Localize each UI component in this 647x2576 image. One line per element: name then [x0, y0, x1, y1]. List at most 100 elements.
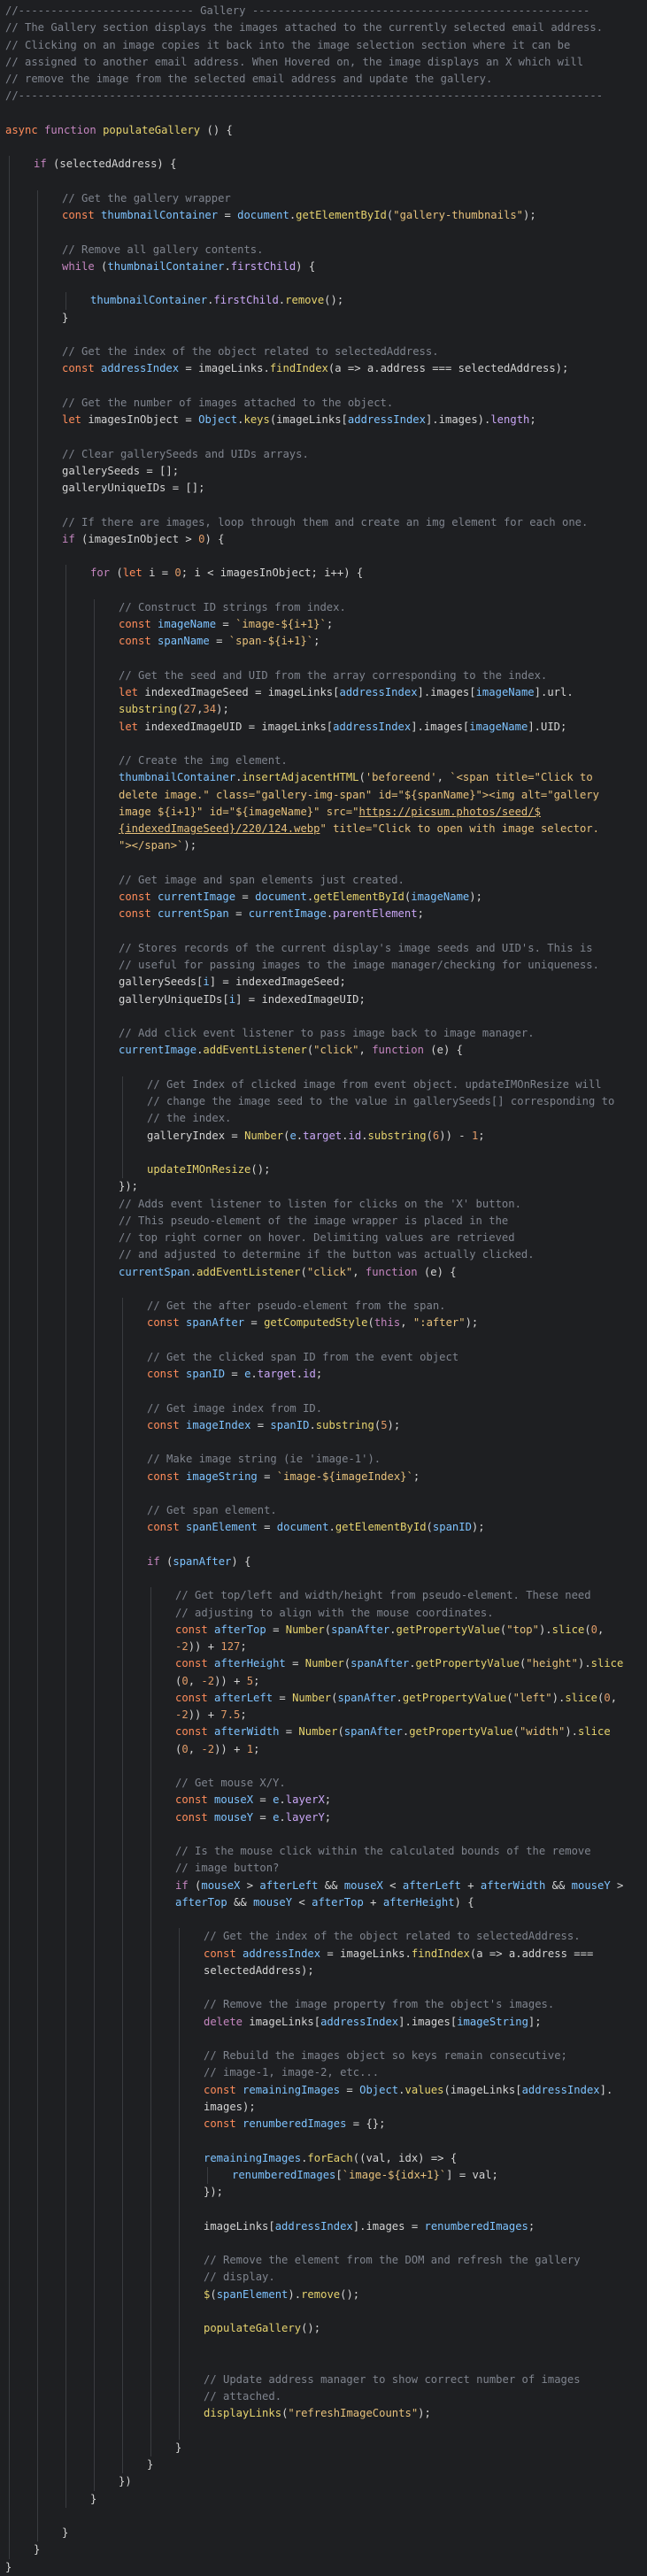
code-line: (0, -2)) + 1; — [0, 1741, 647, 1758]
code-editor[interactable]: //--------------------------- Gallery --… — [0, 0, 647, 2573]
code-token: = — [218, 209, 238, 221]
code-token: function — [365, 1265, 424, 1278]
code-token: ); — [418, 2407, 431, 2420]
code-token: spanElement — [216, 2287, 289, 2301]
code-token: // Remove all gallery contents. — [62, 243, 264, 256]
code-token: (selectedAddress) { — [53, 158, 177, 171]
code-line: // Get the seed and UID from the array c… — [0, 667, 647, 684]
code-token: // Get image and span elements just crea… — [119, 873, 404, 886]
code-token: }) — [119, 2475, 132, 2488]
code-token: = — [285, 1657, 305, 1670]
code-token: findIndex — [411, 1947, 470, 1960]
code-line: afterTop && mouseY < afterTop + afterHei… — [0, 1894, 647, 1911]
code-token: ]. — [599, 2083, 613, 2096]
code-token: ( — [337, 1725, 344, 1739]
code-line: } — [0, 2525, 647, 2541]
code-token: // image button? — [175, 1862, 280, 1875]
code-line: async function populateGallery () { — [0, 122, 647, 139]
code-token: imageLinks[ — [204, 2219, 275, 2233]
code-token: (); — [324, 294, 344, 307]
code-token: Number — [244, 1129, 284, 1142]
code-token: = {}; — [346, 2117, 386, 2130]
code-line: imageLinks[addressIndex].images = renumb… — [0, 2218, 647, 2235]
code-token: const — [147, 1521, 187, 1534]
code-token: getPropertyValue — [415, 1657, 520, 1670]
code-token: -2 — [175, 1708, 189, 1721]
code-token: {indexedImageSeed}/220/124.webp — [119, 822, 320, 835]
code-token: . — [189, 1265, 197, 1278]
code-token: imageName — [411, 891, 470, 903]
code-token: ). — [288, 2287, 302, 2301]
code-line: // The Gallery section displays the imag… — [0, 19, 647, 36]
code-token: addEventListener — [203, 1044, 307, 1057]
code-token: spanAfter — [186, 1316, 245, 1330]
code-token: . — [409, 1657, 416, 1670]
code-token: ( — [426, 1521, 433, 1534]
code-token: )) + — [188, 1708, 221, 1721]
code-token: } — [62, 311, 69, 324]
code-token: mouseY — [571, 1878, 611, 1892]
code-token: thumbnailContainer — [107, 259, 225, 273]
code-token: 34 — [203, 703, 217, 716]
code-token: slice — [590, 1657, 624, 1670]
code-line: // image button? — [0, 1860, 647, 1877]
code-token: // The Gallery section displays the imag… — [5, 21, 604, 35]
code-token: //--------------------------------------… — [5, 89, 604, 103]
code-token: . — [250, 1368, 258, 1380]
code-line: // display. — [0, 2269, 647, 2286]
code-line: // Get image and span elements just crea… — [0, 872, 647, 889]
code-token: imageName — [469, 720, 528, 733]
code-token: "refreshImageCounts" — [288, 2407, 419, 2420]
code-token: // useful for passing images to the imag… — [119, 959, 599, 971]
code-token: // Make image string (ie 'image-1'). — [147, 1453, 381, 1466]
code-token: ].images = — [352, 2219, 425, 2233]
code-token: imageString — [457, 2015, 528, 2028]
code-token: (imageLinks[ — [443, 2083, 522, 2096]
code-token: function — [372, 1044, 431, 1057]
code-line: } — [0, 2456, 647, 2473]
code-token: ( — [367, 1316, 374, 1330]
code-token: ). — [538, 1623, 552, 1636]
code-token: )) + — [214, 1742, 247, 1755]
code-token: delete image." class="gallery-img-span" … — [119, 788, 599, 801]
code-token: thumbnailContainer — [119, 771, 236, 784]
code-token: = — [228, 907, 249, 921]
code-token: spanID — [270, 1418, 310, 1431]
code-line: const mouseX = e.layerX; — [0, 1792, 647, 1809]
code-token: remainingImages — [243, 2083, 341, 2096]
code-token: getPropertyValue — [402, 1691, 507, 1704]
code-line: } — [0, 2491, 647, 2508]
code-line: delete imageLinks[addressIndex].images[i… — [0, 2014, 647, 2031]
code-token: , — [400, 1316, 413, 1330]
code-token: ; i < imagesInObject; i++) { — [181, 567, 364, 580]
code-token: = — [253, 1810, 273, 1824]
code-token: ) { — [204, 532, 225, 545]
code-token: "left" — [512, 1691, 552, 1704]
code-line: // and adjusted to determine if the butt… — [0, 1246, 647, 1263]
code-token: renumberedImages — [232, 2168, 336, 2181]
code-line: const afterTop = Number (spanAfter.getPro… — [0, 1622, 647, 1639]
code-token: galleryUniqueIDs = []; — [62, 482, 205, 494]
code-line: // This pseudo-element of the image wrap… — [0, 1213, 647, 1230]
code-token: (imagesInObject > — [81, 532, 199, 545]
code-line: $(spanElement).remove(); — [0, 2287, 647, 2303]
code-token: currentSpan — [158, 907, 229, 921]
code-token: addressIndex — [339, 686, 418, 698]
code-token: target — [303, 1129, 343, 1142]
code-token: `<span title="Click to — [450, 771, 593, 784]
code-token: < — [292, 1895, 312, 1909]
code-token: // Get Index of clicked image from event… — [147, 1077, 602, 1091]
code-token: afterHeight — [214, 1657, 286, 1670]
code-token: ). — [577, 1657, 591, 1670]
code-token: let — [62, 413, 89, 426]
code-token: image ${i+1}" id="${imageName}" src=" — [119, 805, 359, 818]
code-line: // Update address manager to show correc… — [0, 2372, 647, 2388]
code-line: gallerySeeds = []; — [0, 463, 647, 480]
